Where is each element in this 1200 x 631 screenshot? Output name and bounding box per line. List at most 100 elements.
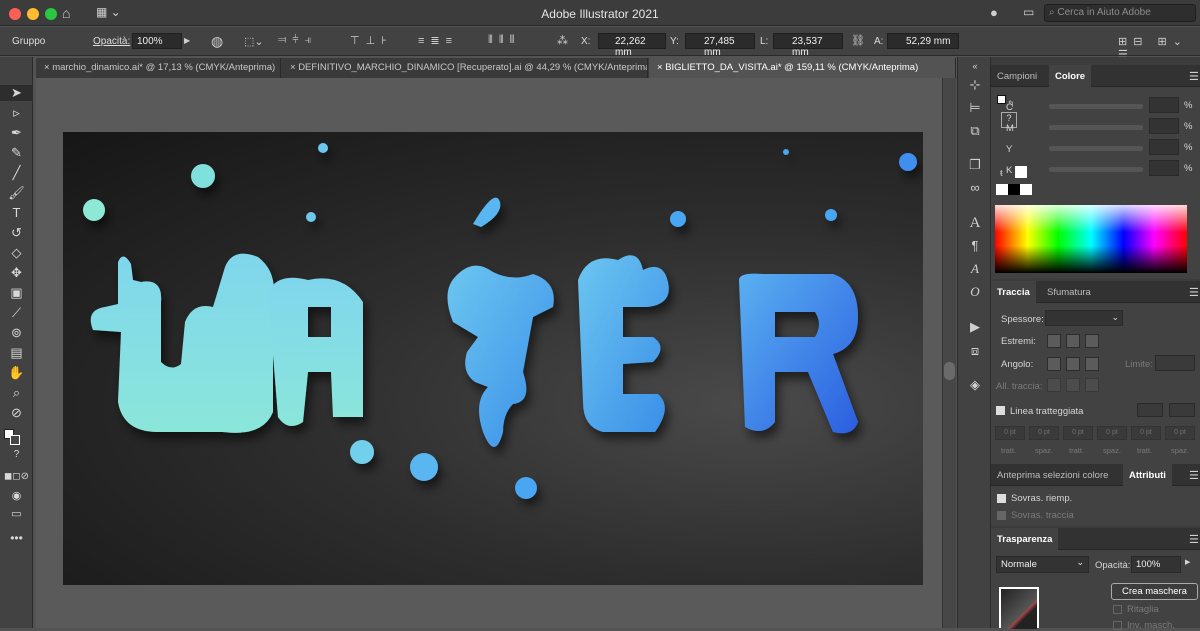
eraser-tool-icon[interactable]: ◇ bbox=[0, 245, 33, 261]
rotate-tool-icon[interactable]: ↺ bbox=[0, 225, 33, 241]
dash-3-input[interactable]: 0 pt bbox=[1131, 426, 1161, 440]
gap-2-input[interactable]: 0 pt bbox=[1097, 426, 1127, 440]
selection-tool-icon[interactable]: ➤ bbox=[0, 85, 33, 101]
butt-cap-button[interactable] bbox=[1047, 334, 1061, 348]
character-panel-icon[interactable]: A bbox=[958, 215, 992, 232]
y-input[interactable]: 27,485 mm bbox=[685, 33, 755, 58]
type-tool-icon[interactable]: T bbox=[0, 205, 33, 220]
blend-tool-icon[interactable]: ⊚ bbox=[0, 325, 33, 341]
gradient-tool-icon[interactable]: ▣ bbox=[0, 285, 33, 301]
magenta-slider[interactable] bbox=[1049, 125, 1143, 130]
fill-color-swatch[interactable] bbox=[997, 95, 1006, 104]
tab-swatches[interactable]: Campioni bbox=[991, 65, 1043, 87]
align-dashes-button[interactable] bbox=[1169, 403, 1195, 417]
stroke-swatch[interactable] bbox=[10, 435, 20, 445]
tab-gradient[interactable]: Sfumatura bbox=[1041, 281, 1097, 303]
chevron-down-icon[interactable]: ⌄ bbox=[1111, 312, 1119, 323]
align-to-selection-icon[interactable]: ⬚⌄ bbox=[244, 35, 264, 48]
cyan-input[interactable] bbox=[1149, 97, 1179, 113]
web-safe-swatch[interactable] bbox=[1015, 166, 1027, 178]
round-join-button[interactable] bbox=[1066, 357, 1080, 371]
clip-checkbox[interactable] bbox=[1113, 605, 1122, 614]
panel-menu-icon[interactable]: ☰ bbox=[1189, 469, 1199, 482]
height-input[interactable]: 52,29 mm bbox=[887, 33, 959, 49]
transparency-opacity-input[interactable]: 100% bbox=[1131, 556, 1181, 573]
cyan-slider[interactable] bbox=[1049, 104, 1143, 109]
panel-menu-icon[interactable]: ☰ bbox=[1189, 286, 1199, 299]
tab-stroke[interactable]: Traccia bbox=[991, 281, 1036, 303]
invert-mask-checkbox[interactable] bbox=[1113, 621, 1122, 630]
close-icon[interactable]: × bbox=[44, 62, 52, 73]
tab-marchio-dinamico[interactable]: × marchio_dinamico.ai* @ 17,13 % (CMYK/A… bbox=[36, 58, 281, 78]
link-proportions-icon[interactable]: ⛓ bbox=[851, 34, 865, 47]
limit-input[interactable] bbox=[1155, 355, 1195, 371]
dashed-line-checkbox[interactable] bbox=[996, 406, 1005, 415]
opacity-arrow-icon[interactable]: ▶ bbox=[1185, 558, 1190, 566]
help-search-input[interactable]: ⌕ Cerca in Aiuto Adobe bbox=[1044, 4, 1196, 22]
yellow-input[interactable] bbox=[1149, 139, 1179, 155]
pen-tool-icon[interactable]: ✒ bbox=[0, 125, 33, 141]
direct-selection-tool-icon[interactable]: ▹ bbox=[0, 105, 33, 121]
miter-join-button[interactable] bbox=[1047, 357, 1061, 371]
pathfinder-panel-icon[interactable]: ⧉ bbox=[958, 123, 992, 139]
magenta-input[interactable] bbox=[1149, 118, 1179, 134]
tab-color[interactable]: Colore bbox=[1049, 65, 1092, 87]
artboard[interactable] bbox=[63, 132, 923, 585]
zoom-tool-icon[interactable]: ⌕ bbox=[0, 385, 33, 401]
measure-tool-icon[interactable]: ⊘ bbox=[0, 405, 33, 421]
black-slider[interactable] bbox=[1049, 167, 1143, 172]
align-inside-button[interactable] bbox=[1066, 378, 1080, 392]
chevron-down-icon[interactable]: ⌄ bbox=[1076, 557, 1084, 568]
curvature-tool-icon[interactable]: ✎ bbox=[0, 145, 33, 161]
align-horizontal-icons[interactable]: ⫤⫩⫣ bbox=[278, 34, 317, 47]
tab-color-preview[interactable]: Anteprima selezioni colore bbox=[991, 464, 1114, 486]
bevel-join-button[interactable] bbox=[1085, 357, 1099, 371]
overprint-fill-checkbox[interactable] bbox=[997, 494, 1006, 503]
color-spectrum[interactable] bbox=[995, 205, 1187, 273]
distribute-horizontal-icons[interactable]: ⦀⦀⦀ bbox=[488, 34, 521, 47]
color-mode-icons[interactable]: ◼◻⊘ bbox=[0, 471, 33, 482]
edit-toolbar-icon[interactable]: ••• bbox=[0, 531, 33, 545]
gap-3-input[interactable]: 0 pt bbox=[1165, 426, 1195, 440]
collapse-dock-icon[interactable]: « bbox=[958, 61, 992, 71]
tab-biglietto-da-visita[interactable]: × BIGLIETTO_DA_VISITA.ai* @ 159,11 % (CM… bbox=[649, 58, 956, 78]
align-outside-button[interactable] bbox=[1085, 378, 1099, 392]
eyedropper-tool-icon[interactable]: ⟋ bbox=[0, 305, 33, 321]
align-vertical-icons[interactable]: ⊤⊥⊦ bbox=[350, 34, 393, 47]
yellow-slider[interactable] bbox=[1049, 146, 1143, 151]
none-black-white-swatches[interactable] bbox=[996, 184, 1032, 195]
overprint-stroke-checkbox[interactable] bbox=[997, 511, 1006, 520]
links-panel-icon[interactable]: ∞ bbox=[958, 180, 992, 195]
opacity-label[interactable]: Opacità: bbox=[93, 36, 130, 47]
water-artwork[interactable] bbox=[63, 132, 923, 585]
gap-1-input[interactable]: 0 pt bbox=[1029, 426, 1059, 440]
hand-tool-icon[interactable]: ✋ bbox=[0, 365, 33, 381]
distribute-vertical-icons[interactable]: ≡≣≡ bbox=[418, 34, 458, 47]
opacity-input[interactable]: 100% bbox=[132, 33, 182, 49]
tab-transparency[interactable]: Trasparenza bbox=[991, 528, 1059, 550]
preserve-dashes-button[interactable] bbox=[1137, 403, 1163, 417]
make-mask-button[interactable]: Crea maschera bbox=[1111, 583, 1198, 600]
dash-1-input[interactable]: 0 pt bbox=[995, 426, 1025, 440]
layers-panel-icon[interactable]: ◈ bbox=[958, 377, 992, 393]
puppet-warp-tool-icon[interactable]: ✥ bbox=[0, 265, 33, 281]
artboard-tool-icon[interactable]: ▤ bbox=[0, 345, 33, 361]
panel-menu-icon[interactable]: ☰ bbox=[1189, 533, 1199, 546]
tab-attributes[interactable]: Attributi bbox=[1123, 464, 1172, 486]
scrollbar-thumb[interactable] bbox=[944, 362, 955, 380]
blend-mode-select[interactable]: Normale ⌄ bbox=[996, 556, 1089, 573]
actions-panel-icon[interactable]: ▶ bbox=[958, 319, 992, 335]
close-icon[interactable]: × bbox=[657, 62, 665, 73]
dash-2-input[interactable]: 0 pt bbox=[1063, 426, 1093, 440]
vertical-scrollbar[interactable] bbox=[942, 78, 956, 628]
opacity-arrow-icon[interactable]: ▶ bbox=[184, 36, 190, 45]
draw-mode-icon[interactable]: ◉ bbox=[0, 489, 33, 502]
width-input[interactable]: 23,537 mm bbox=[773, 33, 843, 58]
paragraph-panel-icon[interactable]: ¶ bbox=[958, 238, 992, 253]
object-thumbnail[interactable] bbox=[999, 587, 1039, 629]
panel-layout-icon[interactable]: ▭ bbox=[1023, 5, 1034, 19]
align-panel-icon[interactable]: ⊨ bbox=[958, 100, 992, 116]
recolor-artwork-icon[interactable]: ◍ bbox=[211, 33, 223, 50]
screen-mode-icon[interactable]: ▭ bbox=[0, 507, 33, 520]
default-colors-icon[interactable]: ? bbox=[0, 449, 33, 460]
